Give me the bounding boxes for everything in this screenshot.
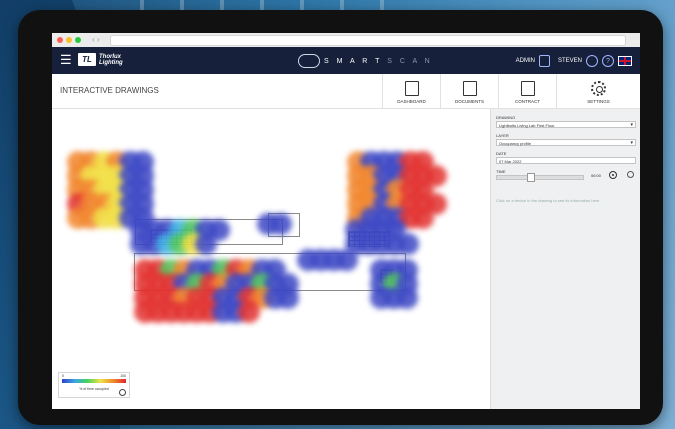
drawing-select[interactable]: Lightbolts Living Lab First Floor ▾ — [496, 121, 636, 128]
smartscan-brand: S M A R T S C A N — [298, 54, 433, 68]
scan-text: S C A N — [387, 57, 433, 65]
thorlux-logo: TL Thorlux Lighting — [78, 53, 123, 66]
heatmap-sensor-blob[interactable] — [396, 287, 418, 309]
gear-icon — [591, 81, 606, 96]
info-icon[interactable] — [627, 171, 634, 178]
legend-colorbar — [62, 379, 126, 383]
date-label: DATE — [496, 151, 507, 156]
drawing-canvas[interactable]: 0 100 % of time occupied — [52, 109, 490, 409]
drawing-label: DRAWING — [496, 115, 516, 120]
minimize-window-icon[interactable] — [66, 37, 72, 43]
user-icon[interactable] — [586, 55, 598, 67]
side-panel: DRAWING Lightbolts Living Lab First Floo… — [490, 109, 640, 409]
time-value: 06:00 — [591, 173, 602, 178]
browser-chrome: ‹ › — [52, 33, 640, 48]
page-title: INTERACTIVE DRAWINGS — [60, 86, 159, 95]
heatmap-sensor-blob[interactable] — [195, 233, 217, 255]
uk-flag-icon[interactable] — [618, 56, 632, 66]
heatmap-sensor-blob[interactable] — [270, 213, 292, 235]
legend-min: 0 — [62, 374, 64, 378]
time-label: TIME — [496, 169, 506, 174]
dashboard-icon — [404, 81, 419, 96]
heatmap-sensor-blob[interactable] — [238, 301, 260, 323]
user-label[interactable]: STEVEN — [558, 58, 582, 64]
legend-max: 100 — [120, 374, 126, 378]
device-hint: Click on a device in the drawing to see … — [496, 198, 600, 203]
heatmap-sensor-blob[interactable] — [277, 287, 299, 309]
logo-mark: TL — [78, 53, 96, 66]
contract-icon — [520, 81, 535, 96]
address-bar[interactable] — [110, 35, 626, 46]
time-slider-thumb[interactable] — [527, 173, 536, 182]
heatmap-sensor-blob[interactable] — [336, 249, 358, 271]
logo-line2: Lighting — [99, 59, 123, 66]
date-value: 07 Mar 2022 — [499, 159, 522, 164]
heatmap-sensor-blob[interactable] — [412, 207, 434, 229]
screen: ‹ › ☰ TL Thorlux Lighting S M A R T S C … — [52, 33, 640, 409]
smart-text: S M A R T — [324, 57, 383, 65]
time-slider[interactable] — [496, 173, 584, 182]
nav-dashboard[interactable]: DASHBOARD — [382, 74, 440, 108]
legend-settings-icon[interactable] — [119, 389, 126, 396]
layer-value: Occupancy profile — [499, 141, 532, 146]
documents-icon — [462, 81, 477, 96]
layer-select[interactable]: Occupancy profile ▾ — [496, 139, 636, 146]
date-input[interactable]: 07 Mar 2022 — [496, 157, 636, 164]
hamburger-menu-icon[interactable]: ☰ — [60, 53, 72, 67]
nav-settings-label: SETTINGS — [587, 99, 610, 104]
cloud-icon — [298, 54, 320, 68]
browser-nav-arrows-icon[interactable]: ‹ › — [92, 35, 100, 44]
smartscan-text: S M A R T S C A N — [324, 58, 433, 65]
nav-settings[interactable]: SETTINGS — [556, 74, 640, 108]
help-icon[interactable]: ? — [602, 55, 614, 67]
logo-text: Thorlux Lighting — [99, 54, 123, 66]
nav-documents[interactable]: DOCUMENTS — [440, 74, 498, 108]
header-actions: ADMIN STEVEN ? — [516, 55, 632, 67]
drawing-value: Lightbolts Living Lab First Floor — [499, 123, 555, 128]
heatmap-sensor-blob[interactable] — [397, 233, 419, 255]
app-header: ☰ TL Thorlux Lighting S M A R T S C A N … — [52, 47, 640, 74]
title-bar: INTERACTIVE DRAWINGS DASHBOARD DOCUMENTS… — [52, 74, 640, 109]
chevron-down-icon: ▾ — [630, 140, 633, 146]
nav-dashboard-label: DASHBOARD — [397, 99, 426, 104]
nav-documents-label: DOCUMENTS — [455, 99, 484, 104]
play-icon[interactable] — [609, 171, 617, 179]
chevron-down-icon: ▾ — [630, 122, 633, 128]
nav-contract-label: CONTRACT — [515, 99, 540, 104]
legend: 0 100 % of time occupied — [58, 372, 130, 398]
close-window-icon[interactable] — [57, 37, 63, 43]
layer-label: LAYER — [496, 133, 509, 138]
lock-icon[interactable] — [538, 55, 550, 67]
maximize-window-icon[interactable] — [75, 37, 81, 43]
admin-label[interactable]: ADMIN — [516, 58, 535, 64]
nav-contract[interactable]: CONTRACT — [498, 74, 556, 108]
